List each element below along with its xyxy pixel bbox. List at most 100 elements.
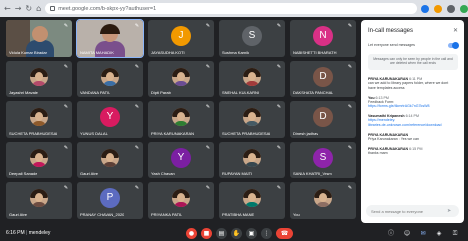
participant-tile[interactable]: ✎ SNEHAL KULKARNI — [219, 60, 285, 98]
participant-tile[interactable]: ✎ You — [290, 182, 356, 219]
avatar — [30, 148, 48, 167]
message-compose[interactable]: ➤ — [366, 205, 459, 217]
chat-message: PRIYA KARUNAKARAN 6:15 PM thanks mam — [368, 147, 458, 156]
mic-muted-icon: ✎ — [134, 185, 140, 192]
mic-muted-icon: ✎ — [134, 63, 140, 70]
chat-permission-row: Let everyone send messages — [368, 41, 459, 49]
avatar — [101, 67, 119, 86]
avatar — [101, 148, 119, 167]
participant-tile[interactable]: ✎ RUPAYAN MAITI — [219, 141, 285, 179]
raise-hand-icon[interactable]: ✋ — [231, 228, 242, 239]
avatar — [30, 189, 48, 208]
extension-icons — [421, 4, 468, 13]
participant-tile[interactable]: Y ✎ Yash Chavan — [148, 141, 214, 179]
participant-tile[interactable]: D ✎ Dinesh jadhav — [290, 101, 356, 138]
participant-tile[interactable]: Y ✎ YUNUS DALAL — [77, 101, 143, 138]
initial-avatar: J — [171, 26, 191, 47]
avatar — [314, 189, 332, 208]
mic-muted-icon: ✎ — [347, 23, 353, 29]
participant-name: Vidula Kumar Biradar — [9, 49, 47, 55]
participant-tile[interactable]: ✎ Vidula Kumar Biradar — [6, 20, 72, 57]
allow-messages-toggle[interactable] — [448, 41, 459, 49]
participant-tile[interactable]: ✎ VANDANA PATIL — [77, 60, 143, 98]
initial-avatar: S — [242, 26, 262, 47]
info-icon[interactable]: ⓘ — [386, 228, 396, 239]
message-input[interactable] — [371, 208, 447, 214]
participant-tile[interactable]: ✎ Jayashri Mavale — [6, 60, 72, 98]
mic-muted-icon: ✎ — [205, 144, 211, 151]
participant-tile[interactable]: J ✎ JAYASUDHA KOTI — [148, 20, 214, 57]
message-link[interactable]: https://forms.gle/4kmrtrAGk7nG7ksW8 — [368, 104, 458, 109]
mic-muted-icon: ✎ — [134, 23, 140, 29]
chat-message: You 6:13 PM Feedback Form: https://forms.g… — [368, 96, 458, 110]
mic-off-icon[interactable]: ● — [186, 228, 197, 239]
participant-tile[interactable]: ✎ Dipti Parab — [148, 60, 214, 98]
captions-icon[interactable]: ▤ — [216, 228, 227, 239]
avatar — [243, 67, 261, 86]
mic-muted-icon: ✎ — [347, 185, 353, 192]
avatar — [172, 67, 190, 86]
participant-name: Sushma Karnik — [222, 49, 250, 55]
initial-avatar: S — [313, 147, 333, 168]
profile-avatar[interactable] — [460, 4, 468, 13]
participant-name: Dinesh jadhav — [293, 130, 319, 136]
back-icon[interactable]: ← — [4, 4, 11, 13]
message-text: thanks mam — [368, 150, 388, 155]
participant-tile[interactable]: ✎ PRATIBHA MANE — [219, 182, 285, 219]
avatar — [30, 108, 48, 127]
activities-icon[interactable]: ◈ — [434, 228, 444, 239]
close-icon[interactable]: ✕ — [453, 27, 458, 34]
message-link[interactable]: libraries.de-unknown.com/reference/downl… — [368, 123, 458, 128]
participant-tile[interactable]: D ✎ DAKSHATA PANCHAL — [290, 60, 356, 98]
initial-avatar: Y — [171, 147, 191, 168]
participant-tile[interactable]: ✎ PRIYA KARUNAKARAN — [148, 101, 214, 138]
avatar — [30, 67, 48, 86]
participant-name: PRATIBHA MANE — [222, 211, 255, 217]
participant-name: Deepali Sanade — [9, 171, 38, 177]
more-icon[interactable]: ⋮ — [261, 228, 272, 239]
extension-icon[interactable] — [421, 4, 430, 13]
extension-icon[interactable] — [447, 4, 456, 13]
meet-window: ← → ↻ ⌂ meet.google.com/b-skpx-yy?authus… — [0, 0, 468, 241]
participant-tile[interactable]: ✎ PRIYANKA PATIL — [148, 182, 214, 219]
camera-off-icon[interactable]: ■ — [201, 228, 212, 239]
participant-tile[interactable]: ✎ SUCHETA PRABHUDESAI — [219, 101, 285, 138]
forward-icon[interactable]: → — [15, 4, 22, 13]
meeting-name: mendeley — [28, 230, 51, 236]
mic-muted-icon: ✎ — [63, 104, 69, 111]
participant-tile[interactable]: ✎ NAMITA MAHADIK — [76, 19, 144, 58]
participant-tile[interactable]: S ✎ Sushma Karnik — [219, 20, 285, 57]
address-bar[interactable]: meet.google.com/b-skpx-yy?authuser=1 — [45, 3, 418, 14]
extension-icon[interactable] — [434, 4, 443, 13]
end-call-icon[interactable]: ☎ — [276, 228, 293, 239]
reload-icon[interactable]: ↻ — [25, 4, 32, 13]
participant-name: RUPAYAN MAITI — [222, 171, 253, 177]
present-icon[interactable]: ▣ — [246, 228, 257, 239]
mic-muted-icon: ✎ — [205, 23, 211, 29]
mic-muted-icon: ✎ — [205, 104, 211, 111]
participant-name: PRIYANKA PATIL — [151, 211, 183, 217]
message-list: PRIYA KARUNAKARAN 6:11 PM can we add to l… — [368, 77, 458, 160]
participant-tile[interactable]: ✎ Gauri Atre — [77, 141, 143, 179]
participant-tile[interactable]: ✎ Gauri Atre — [6, 182, 72, 219]
participant-name: Gauri Atre — [9, 211, 28, 217]
participant-name: Yash Chavan — [151, 171, 175, 177]
chat-message: PRIYA KARUNAKARAN Priya Karunakaran : Ye… — [368, 133, 458, 142]
initial-avatar: D — [313, 66, 333, 87]
mic-muted-icon: ✎ — [205, 63, 211, 70]
chat-icon[interactable]: ✉ — [418, 228, 428, 239]
message-text: have templates access — [368, 85, 405, 90]
toggle-label: Let everyone send messages — [368, 43, 415, 47]
lock-icon[interactable]: ⚿ — [450, 228, 460, 239]
participant-tile[interactable]: ✎ SUCHETA PRABHUDESAI — [6, 101, 72, 138]
participant-tile[interactable]: N ✎ NABISHETTI BHARATH — [290, 20, 356, 57]
participant-name: SUCHETA PRABHUDESAI — [222, 130, 271, 136]
meeting-info: 6:16 PM | mendeley — [6, 230, 51, 236]
participant-tile[interactable]: S ✎ SANIA KHATRI_Vrsm — [290, 141, 356, 179]
participant-tile[interactable]: ✎ Deepali Sanade — [6, 141, 72, 179]
participant-tile[interactable]: P ✎ PRANAY CHAVAN_2020 — [77, 182, 143, 219]
participant-name: DAKSHATA PANCHAL — [293, 90, 334, 96]
home-icon[interactable]: ⌂ — [36, 4, 41, 13]
send-icon[interactable]: ➤ — [447, 208, 451, 214]
people-icon[interactable]: ☺ — [402, 228, 412, 239]
